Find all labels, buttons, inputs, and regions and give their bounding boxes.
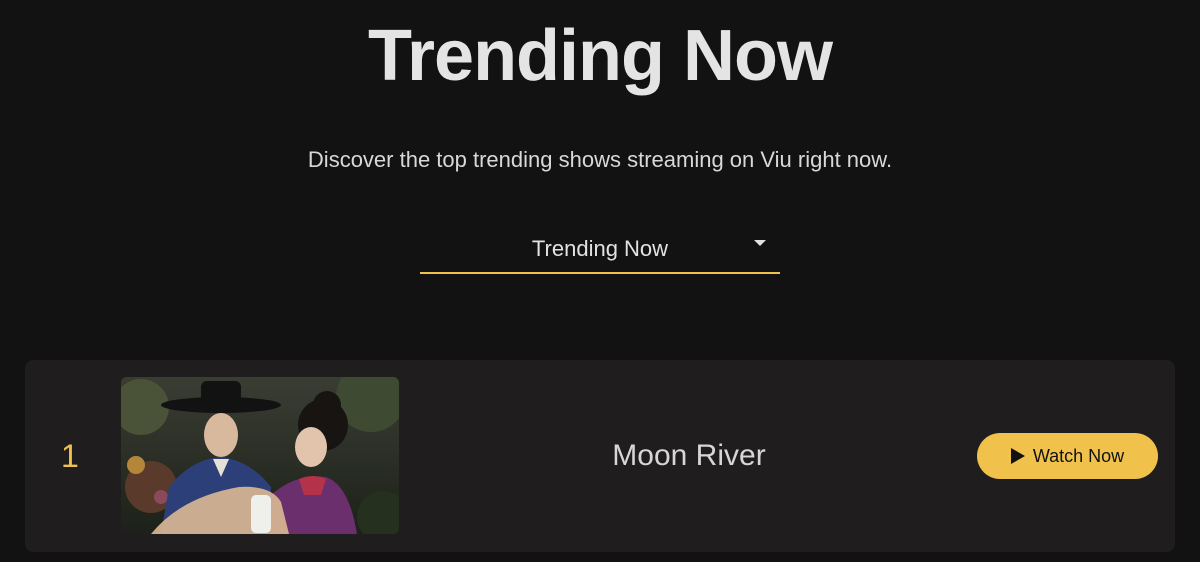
watch-now-button[interactable]: Watch Now — [977, 433, 1158, 479]
show-thumbnail[interactable] — [121, 377, 399, 534]
show-card: 1 Moon River Watch Now — [25, 360, 1175, 552]
show-rank: 1 — [61, 438, 79, 474]
page-title: Trending Now — [368, 16, 833, 96]
play-icon — [1010, 448, 1025, 464]
moon-river-thumbnail-image — [121, 377, 399, 534]
page-subtitle: Discover the top trending shows streamin… — [307, 147, 893, 172]
watch-now-label: Watch Now — [1032, 446, 1125, 466]
dropdown-selected-value: Trending Now — [531, 236, 669, 261]
trending-page: Trending Now Discover the top trending s… — [0, 0, 1200, 562]
show-title: Moon River — [612, 439, 766, 472]
trending-filter-dropdown[interactable]: Trending Now — [420, 222, 780, 274]
chevron-down-icon — [754, 240, 766, 246]
